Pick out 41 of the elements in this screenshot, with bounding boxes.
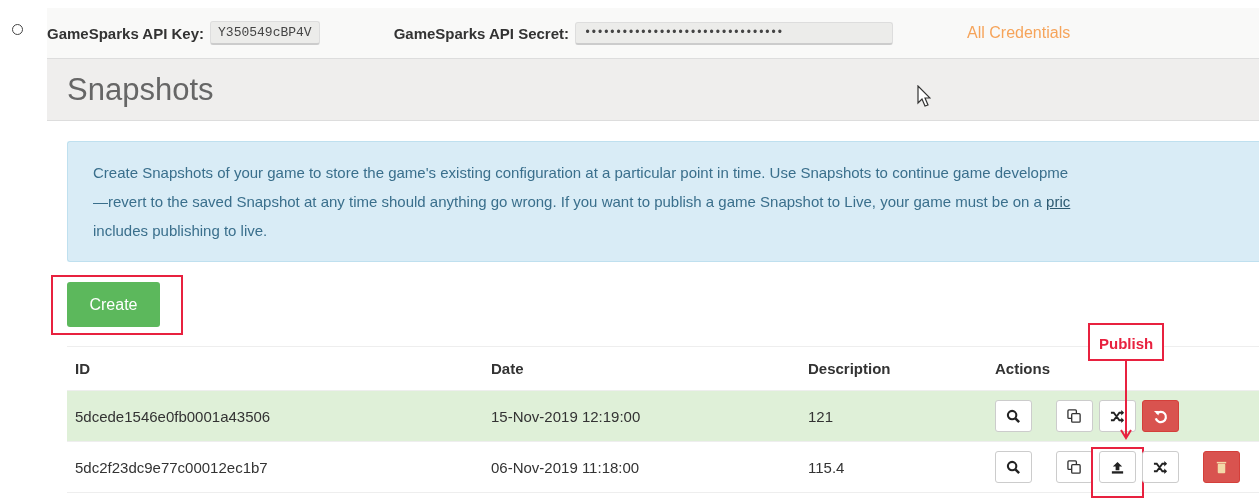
column-header: Actions bbox=[994, 360, 1051, 377]
publish-button[interactable] bbox=[1099, 451, 1136, 483]
copy-icon bbox=[1067, 459, 1082, 475]
upload-icon bbox=[1110, 459, 1125, 475]
table-cell-text: 115.4 bbox=[807, 458, 846, 476]
column-header: ID bbox=[74, 360, 91, 377]
info-text: Create Snapshots of your game to store the game's existing configuration at a particular point in time. Use Snapshots to continue game developme bbox=[93, 163, 1069, 183]
panel-title: Snapshots bbox=[67, 71, 214, 108]
api-key-label: GameSparks API Key: bbox=[47, 24, 205, 42]
all-credentials-link[interactable]: All Credentials bbox=[967, 24, 1071, 42]
shuffle-button[interactable] bbox=[1142, 451, 1179, 483]
column-header: Description bbox=[807, 360, 892, 377]
api-key-value: Y350549cBP4V bbox=[210, 21, 320, 45]
api-secret-label: GameSparks API Secret: bbox=[393, 24, 570, 42]
view-button[interactable] bbox=[995, 400, 1032, 432]
table-cell-text: 06-Nov-2019 11:18:00 bbox=[490, 458, 641, 476]
view-button[interactable] bbox=[995, 451, 1032, 483]
info-text: —revert to the saved Snapshot at any time should anything go wrong. If you want to publish a game Snapshot to Live, your game must be on a bbox=[93, 192, 1043, 212]
info-text: includes publishing to live. bbox=[93, 221, 268, 241]
table-cell-text: 15-Nov-2019 12:19:00 bbox=[490, 407, 642, 425]
search-icon bbox=[1006, 459, 1021, 475]
table-cell-text: 121 bbox=[807, 407, 835, 425]
shuffle-icon bbox=[1110, 408, 1125, 424]
shuffle-icon bbox=[1153, 459, 1168, 475]
table-cell-text: 5dc2f23dc9e77c00012ec1b7 bbox=[74, 458, 269, 476]
api-secret-value: •••••••••••••••••••••••••••••••• bbox=[575, 21, 894, 45]
table-cell-text: 5dcede1546e0fb0001a43506 bbox=[74, 407, 272, 425]
column-header: Date bbox=[490, 360, 525, 377]
trash-icon bbox=[1214, 459, 1229, 475]
create-button[interactable]: Create bbox=[67, 282, 160, 327]
shuffle-button[interactable] bbox=[1099, 400, 1136, 432]
copy-icon bbox=[1067, 408, 1082, 424]
mouse-pointer-icon bbox=[917, 85, 931, 107]
copy-button[interactable] bbox=[1056, 451, 1093, 483]
undo-icon bbox=[1153, 408, 1168, 424]
copy-button[interactable] bbox=[1056, 400, 1093, 432]
annotation-label: Publish bbox=[1088, 323, 1165, 361]
search-icon bbox=[1006, 408, 1021, 424]
pricing-link[interactable]: pric bbox=[1046, 187, 1071, 216]
revert-button[interactable] bbox=[1142, 400, 1179, 432]
delete-button[interactable] bbox=[1203, 451, 1240, 483]
